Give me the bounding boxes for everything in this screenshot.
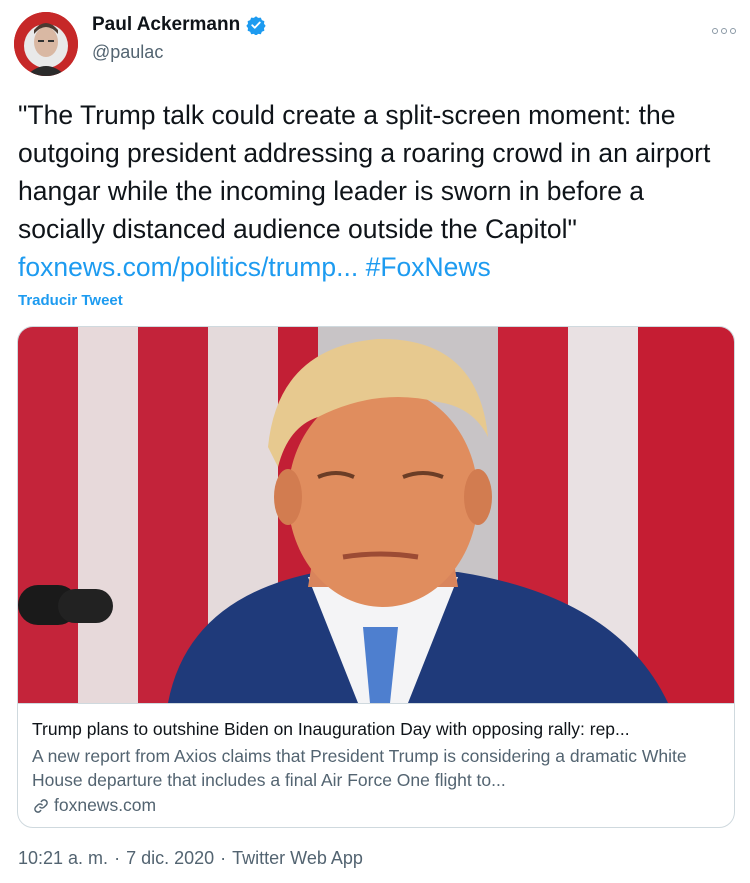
author-name-row[interactable]: Paul Ackermann: [92, 14, 266, 36]
card-title[interactable]: Trump plans to outshine Biden on Inaugur…: [32, 716, 720, 742]
author-name[interactable]: Paul Ackermann: [92, 14, 240, 36]
avatar[interactable]: [14, 12, 78, 76]
more-options-icon[interactable]: [712, 24, 736, 38]
card-domain-row: foxnews.com: [32, 792, 720, 818]
card-image[interactable]: [18, 327, 734, 703]
meta-separator: ·: [220, 848, 227, 868]
tweet-meta: 10:21 a. m. · 7 dic. 2020 · Twitter Web …: [18, 848, 363, 869]
tweet-date[interactable]: 7 dic. 2020: [126, 848, 214, 869]
link-preview-card[interactable]: Trump plans to outshine Biden on Inaugur…: [17, 326, 735, 828]
tweet-hashtag[interactable]: #FoxNews: [366, 252, 491, 282]
tweet-time[interactable]: 10:21 a. m.: [18, 848, 108, 869]
tweet-link[interactable]: foxnews.com/politics/trump...: [18, 252, 358, 282]
link-icon: [32, 796, 50, 814]
translate-tweet-button[interactable]: Traducir Tweet: [18, 292, 123, 309]
tweet-source[interactable]: Twitter Web App: [232, 848, 363, 869]
tweet-text: "The Trump talk could create a split-scr…: [18, 96, 734, 286]
verified-badge-icon: [246, 15, 266, 36]
author-handle[interactable]: @paulac: [92, 42, 163, 63]
card-domain: foxnews.com: [54, 795, 157, 815]
tweet: Paul Ackermann @paulac "The Trump talk c…: [0, 0, 750, 883]
tweet-body: "The Trump talk could create a split-scr…: [18, 100, 711, 244]
card-body[interactable]: Trump plans to outshine Biden on Inaugur…: [18, 703, 734, 827]
meta-separator: ·: [114, 848, 121, 868]
card-description: A new report from Axios claims that Pres…: [32, 746, 687, 790]
